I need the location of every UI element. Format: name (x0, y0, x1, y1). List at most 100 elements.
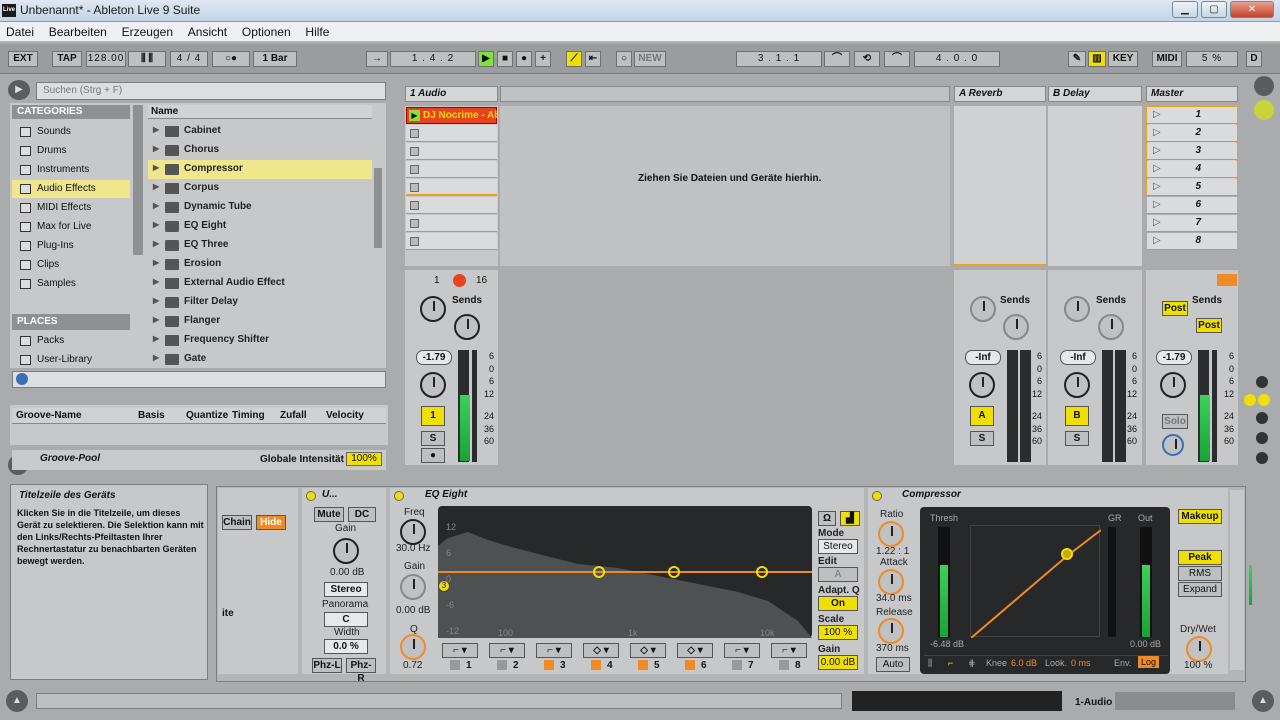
place-user-library[interactable]: User-Library (12, 351, 130, 365)
crossfader-section-icon[interactable] (1256, 452, 1268, 464)
categories-scrollbar[interactable] (133, 105, 143, 255)
eq-audition-icon[interactable]: Ω (818, 511, 836, 526)
browser-item[interactable]: ▶ Chorus (148, 141, 372, 160)
category-plug-ins[interactable]: Plug-Ins (12, 237, 130, 255)
clip-slot[interactable] (406, 143, 497, 160)
fader-master[interactable] (1212, 350, 1217, 462)
output-channel-value[interactable]: 16 (476, 275, 487, 286)
scene-launch[interactable]: ▷ 6 (1147, 197, 1237, 214)
scene-launch[interactable]: ▷ 2 (1147, 125, 1237, 142)
name-column-header[interactable]: Name (148, 105, 372, 119)
browser-item[interactable]: ▶ External Audio Effect (148, 274, 372, 293)
utility-gain-knob[interactable] (333, 538, 359, 564)
returns-toggle-icon[interactable] (1258, 394, 1270, 406)
session-toggle-icon[interactable] (1254, 76, 1274, 96)
ext-sync-button[interactable]: EXT (8, 51, 38, 67)
scene-play-icon[interactable]: ▷ (1153, 127, 1161, 138)
comp-knee-value[interactable]: 6.0 dB (1011, 658, 1037, 668)
utility-mute-button[interactable]: Mute (314, 507, 344, 522)
tap-tempo-button[interactable]: TAP (52, 51, 82, 67)
utility-phz-l-button[interactable]: Phz-L (312, 658, 342, 673)
info-toggle-icon[interactable]: ▲ (6, 690, 28, 712)
post-button-1[interactable]: Post (1162, 301, 1188, 316)
quantization-select[interactable]: 1 Bar (253, 51, 297, 67)
eq-edit-button[interactable]: A (818, 567, 858, 582)
track-activator-1[interactable]: 1 (421, 406, 445, 426)
eq-q-knob[interactable] (400, 634, 426, 660)
tempo-field[interactable]: 128.00 (86, 51, 126, 67)
comp-auto-button[interactable]: Auto (876, 657, 910, 672)
maximize-button[interactable]: ▢ (1201, 1, 1227, 18)
items-scrollbar[interactable] (374, 168, 382, 248)
eq-band-toggle-1[interactable] (450, 660, 460, 670)
pan-knob-b[interactable] (1064, 372, 1090, 398)
utility-phz-r-button[interactable]: Phz-R (346, 658, 376, 684)
menu-ansicht[interactable]: Ansicht (182, 22, 233, 42)
key-map-button[interactable]: KEY (1108, 51, 1138, 67)
browser-search-input[interactable]: Suchen (Strg + F) (36, 82, 386, 100)
eq-band-filter-7[interactable]: ⌐ ▾ (724, 643, 760, 658)
comp-env-button[interactable]: Log (1138, 656, 1160, 668)
track1-volume[interactable]: -1.79 (416, 350, 452, 365)
eq-band-handle-6[interactable] (756, 566, 768, 578)
send-b-knob-b[interactable] (1098, 314, 1124, 340)
return-a-volume[interactable]: -Inf (965, 350, 1001, 365)
eq-title[interactable]: EQ Eight (425, 489, 467, 503)
fader-1[interactable] (472, 350, 477, 462)
category-midi-effects[interactable]: MIDI Effects (12, 199, 130, 217)
clip-slot[interactable] (406, 125, 497, 142)
solo-button-a[interactable]: S (970, 431, 994, 446)
punch-out-icon[interactable]: ⌒ (884, 51, 910, 67)
comp-release-knob[interactable] (878, 618, 904, 644)
comp-meter-icon[interactable]: ⫼ (928, 658, 932, 669)
comp-display[interactable]: Thresh GR Out -6.48 dB 0.00 dB ⫼ ⌐ ⋕ Kne… (920, 507, 1170, 674)
category-audio-effects[interactable]: Audio Effects (12, 180, 130, 198)
eq-band-toggle-6[interactable] (685, 660, 695, 670)
comp-rms-button[interactable]: RMS (1178, 566, 1222, 581)
loop-length-field[interactable]: 4 . 0 . 0 (914, 51, 1000, 67)
scene-launch[interactable]: ▷ 5 (1147, 179, 1237, 196)
utility-title[interactable]: U... (322, 489, 338, 503)
arm-button-1[interactable]: ● (421, 448, 445, 463)
track-header-b-delay[interactable]: B Delay (1048, 86, 1142, 102)
computer-keyboard-icon[interactable]: ▥ (1088, 51, 1106, 67)
pan-knob-master[interactable] (1160, 372, 1186, 398)
browser-toggle-icon[interactable]: ▶ (8, 80, 30, 100)
return-b-volume[interactable]: -Inf (1060, 350, 1096, 365)
comp-lookahead-value[interactable]: 0 ms (1071, 658, 1091, 668)
browser-item[interactable]: ▶ EQ Three (148, 236, 372, 255)
delay-section-icon[interactable] (1256, 432, 1268, 444)
utility-stereo-select[interactable]: Stereo (324, 582, 368, 597)
menu-optionen[interactable]: Optionen (236, 22, 297, 42)
close-button[interactable]: ✕ (1230, 1, 1274, 18)
automation-arm-icon[interactable]: ⟋ (566, 51, 582, 67)
scene-launch[interactable]: ▷ 4 (1147, 161, 1237, 178)
browser-item[interactable]: ▶ Filter Delay (148, 293, 372, 312)
compressor-title[interactable]: Compressor (902, 489, 961, 503)
clip-slot[interactable] (406, 161, 497, 178)
eq-band-toggle-3[interactable] (544, 660, 554, 670)
loop-icon[interactable]: ⟲ (854, 51, 880, 67)
punch-in-icon[interactable]: ⌒ (824, 51, 850, 67)
send-b-knob[interactable] (454, 314, 480, 340)
comp-drywet-knob[interactable] (1186, 636, 1212, 662)
eq-band-toggle-4[interactable] (591, 660, 601, 670)
comp-graph-icon[interactable]: ⌐ (948, 658, 953, 668)
browser-item[interactable]: ▶ EQ Eight (148, 217, 372, 236)
mixer-toggle-icon[interactable] (1254, 100, 1274, 120)
scene-play-icon[interactable]: ▷ (1153, 181, 1161, 192)
eq-adapt-q-button[interactable]: On (818, 596, 858, 611)
master-volume[interactable]: -1.79 (1156, 350, 1192, 365)
mixer-section-icon[interactable] (1256, 412, 1268, 424)
preview-bar[interactable] (12, 371, 386, 388)
preview-icon[interactable] (16, 373, 28, 385)
browser-item[interactable]: ▶ Flanger (148, 312, 372, 331)
scene-play-icon[interactable]: ▷ (1153, 217, 1161, 228)
browser-item[interactable]: ▶ Dynamic Tube (148, 198, 372, 217)
song-position-field[interactable]: 1 . 4 . 2 (390, 51, 476, 67)
clip-play-icon[interactable]: ▶ (409, 110, 420, 121)
category-samples[interactable]: Samples (12, 275, 130, 293)
minimize-button[interactable]: ▁ (1172, 1, 1198, 18)
browser-item[interactable]: ▶ Corpus (148, 179, 372, 198)
comp-makeup-button[interactable]: Makeup (1178, 509, 1222, 524)
